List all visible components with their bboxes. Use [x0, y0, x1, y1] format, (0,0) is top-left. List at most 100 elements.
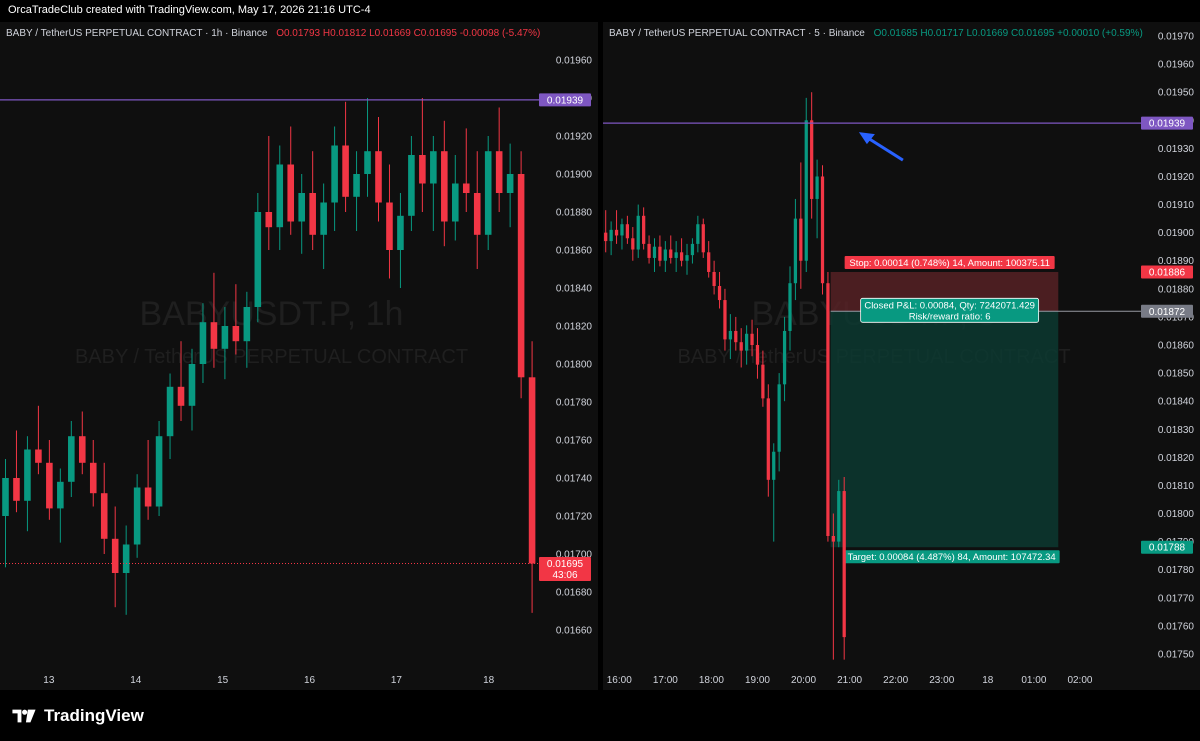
ohlc-open: O0.01793	[276, 28, 321, 39]
time-tick-label: 02:00	[1067, 675, 1092, 686]
time-tick-label: 17	[391, 675, 403, 686]
ohlc-change: +0.00010 (+0.59%)	[1057, 28, 1143, 39]
entry-price-badge: 0.01872	[1149, 307, 1186, 318]
tradingview-logo-icon	[12, 709, 36, 723]
candle-body	[265, 212, 273, 228]
candle-body	[430, 151, 437, 184]
price-tick-label: 0.01820	[1158, 453, 1195, 464]
candle-body	[166, 386, 174, 437]
price-tick-label: 0.01800	[1158, 509, 1195, 520]
candle-body	[614, 229, 619, 236]
candle-body	[685, 255, 689, 261]
candle-body	[679, 252, 684, 261]
candle-body	[46, 462, 53, 509]
candle-body	[451, 183, 459, 222]
tradingview-logo[interactable]: TradingView	[10, 706, 144, 726]
footer: TradingView	[0, 690, 1200, 741]
candle-body	[89, 462, 97, 494]
candle-body	[199, 322, 207, 364]
candle-body	[707, 252, 711, 272]
candle-body	[254, 212, 262, 307]
candle-body	[837, 491, 841, 542]
candlestick-chart-1h[interactable]: BABYUSDT.P, 1h BABY / TetherUS PERPETUAL …	[0, 22, 598, 690]
candle-body	[810, 120, 814, 199]
target-price-badge: 0.01788	[1149, 543, 1186, 554]
candle-body	[287, 164, 295, 222]
candle-body	[506, 174, 514, 193]
candle-body	[663, 249, 667, 261]
candle-body	[441, 151, 448, 222]
candle-body	[243, 307, 251, 342]
price-tick-label: 0.01830	[1158, 425, 1195, 436]
candle-body	[100, 493, 108, 539]
last-price-badge-countdown: 43:06	[552, 570, 577, 581]
candle-body	[309, 193, 316, 235]
price-tick-label: 0.01840	[556, 284, 593, 295]
candle-body	[772, 451, 776, 480]
time-tick-label: 14	[130, 675, 142, 686]
price-tick-label: 0.01970	[1158, 32, 1195, 43]
candle-body	[210, 322, 218, 349]
price-tick-label: 0.01800	[556, 360, 593, 371]
price-tick-label: 0.01810	[1158, 481, 1195, 492]
candle-body	[745, 333, 749, 351]
price-tick-label: 0.01950	[1158, 88, 1195, 99]
price-tick-label: 0.01920	[1158, 172, 1195, 183]
price-tick-label: 0.01960	[1158, 60, 1195, 71]
ohlc-low: L0.01669	[369, 28, 411, 39]
target-label: Target: 0.00084 (4.487%) 84, Amount: 107…	[848, 552, 1056, 563]
candle-body	[78, 436, 86, 463]
chart-panel-5m[interactable]: BABY / TetherUS PERPETUAL CONTRACT · 5 ·…	[603, 22, 1200, 690]
candlestick-chart-5m[interactable]: BABYUSDT.P, 5BABY / TetherUS PERPETUAL C…	[603, 22, 1200, 690]
price-tick-label: 0.01740	[556, 474, 593, 485]
candle-body	[604, 232, 608, 242]
candle-body	[232, 326, 240, 342]
candle-body	[766, 398, 770, 480]
time-tick-label: 15	[217, 675, 229, 686]
candle-body	[473, 193, 481, 235]
candle-body	[652, 246, 657, 258]
chart-panel-1h[interactable]: BABY / TetherUS PERPETUAL CONTRACT · 1h …	[0, 22, 598, 690]
candle-body	[221, 326, 229, 349]
candle-body	[739, 342, 743, 351]
price-tick-label: 0.01750	[1158, 649, 1195, 660]
candle-body	[386, 202, 393, 250]
candle-body	[57, 481, 64, 509]
time-tick-label: 20:00	[791, 675, 816, 686]
candle-body	[188, 364, 196, 406]
candle-body	[674, 252, 678, 258]
candle-body	[761, 364, 765, 399]
candle-body	[669, 249, 673, 258]
time-tick-label: 16	[304, 675, 316, 686]
time-tick-label: 19:00	[745, 675, 770, 686]
candle-body	[320, 202, 327, 235]
legend-5m: BABY / TetherUS PERPETUAL CONTRACT · 5 ·…	[609, 28, 1143, 39]
candle-body	[122, 544, 130, 573]
arrow-pointer-icon	[858, 132, 904, 162]
candle-body	[24, 449, 31, 501]
legend-1h: BABY / TetherUS PERPETUAL CONTRACT · 1h …	[6, 28, 540, 39]
price-tick-label: 0.01880	[556, 208, 593, 219]
candle-body	[528, 377, 536, 564]
candle-body	[804, 120, 808, 261]
watermark-symbol: BABYUSDT.P, 1h	[140, 295, 404, 333]
candle-body	[609, 229, 613, 242]
candle-body	[276, 164, 284, 228]
ohlc-close: C0.01695	[413, 28, 457, 39]
price-tick-label: 0.01860	[556, 246, 593, 257]
price-tick-label: 0.01820	[556, 322, 593, 333]
candle-body	[755, 345, 760, 365]
stop-label: Stop: 0.00014 (0.748%) 14, Amount: 10037…	[849, 258, 1050, 269]
candle-body	[68, 436, 75, 482]
price-tick-label: 0.01960	[556, 56, 593, 67]
candle-body	[826, 283, 830, 536]
candle-body	[155, 436, 163, 507]
candle-body	[701, 224, 705, 253]
time-tick-label: 18	[483, 675, 495, 686]
candle-body	[728, 330, 732, 340]
candle-body	[13, 478, 20, 501]
symbol-label: BABY / TetherUS PERPETUAL CONTRACT · 1h …	[6, 28, 268, 39]
candle-body	[696, 224, 700, 244]
time-axis-bg	[0, 668, 598, 690]
time-tick-label: 01:00	[1021, 675, 1046, 686]
